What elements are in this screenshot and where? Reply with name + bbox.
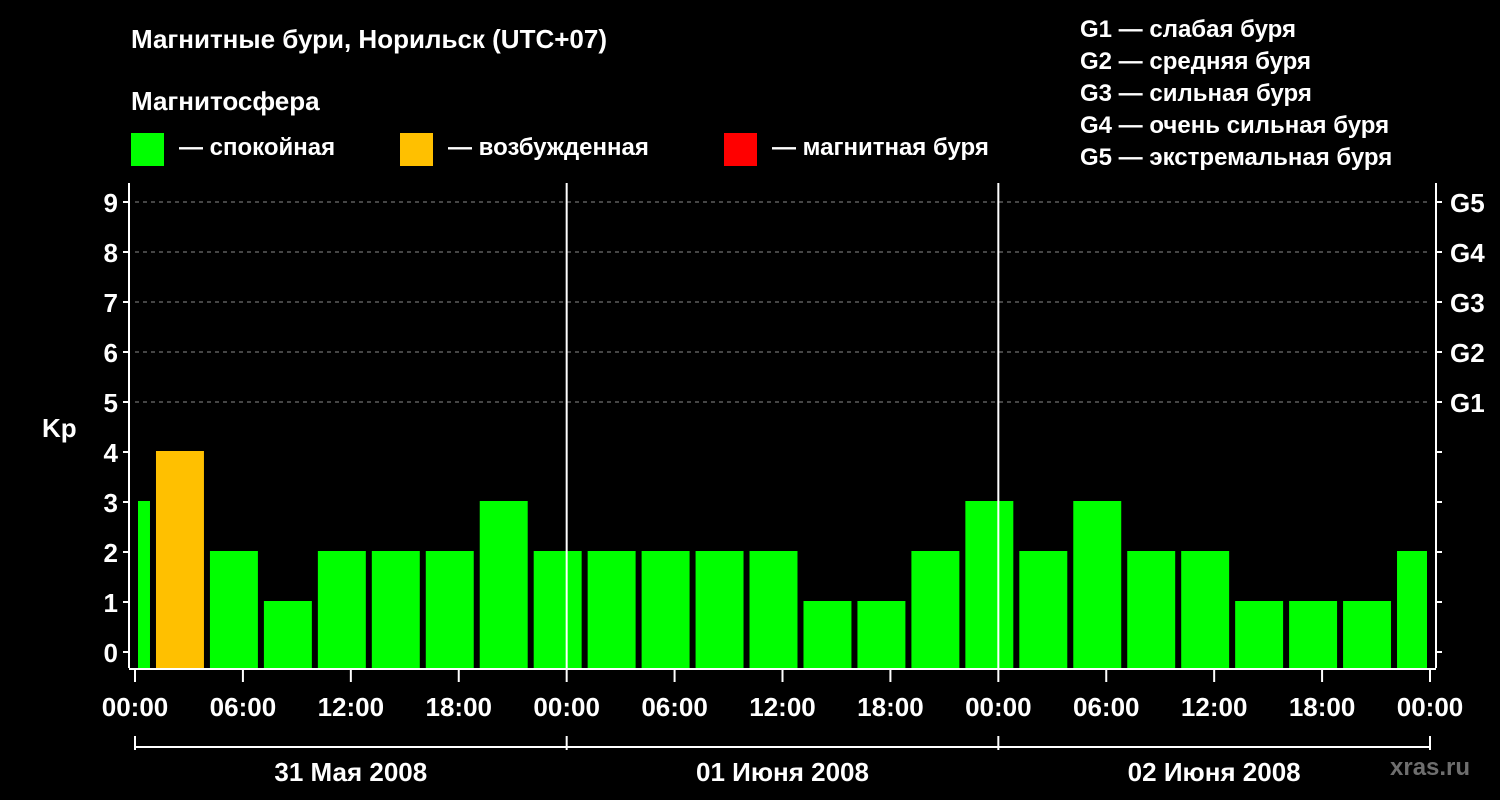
day-label: 31 Мая 2008 [274, 757, 427, 787]
kp-bar [533, 551, 582, 668]
kp-bar [1343, 601, 1392, 668]
kp-bar [695, 551, 744, 668]
x-tick-label: 18:00 [426, 692, 493, 722]
x-tick-label: 18:00 [857, 692, 924, 722]
kp-bar [317, 551, 366, 668]
y-tick-label: 3 [104, 488, 118, 518]
kp-bar [479, 501, 528, 668]
y-tick-label: 1 [104, 588, 118, 618]
kp-bar [1397, 551, 1427, 668]
y-tick-label: 6 [104, 338, 118, 368]
kp-bar [155, 451, 204, 668]
x-tick-label: 06:00 [210, 692, 277, 722]
y-tick-label: 9 [104, 188, 118, 218]
kp-bar [1235, 601, 1284, 668]
storm-level-label: G3 [1450, 288, 1485, 318]
x-tick-label: 00:00 [965, 692, 1032, 722]
x-tick-label: 12:00 [1181, 692, 1248, 722]
x-tick-label: 00:00 [102, 692, 169, 722]
kp-bar [1127, 551, 1176, 668]
x-tick-label: 06:00 [641, 692, 708, 722]
kp-bar [209, 551, 258, 668]
kp-bar [371, 551, 420, 668]
x-tick-label: 18:00 [1289, 692, 1356, 722]
kp-bar [911, 551, 960, 668]
x-tick-label: 06:00 [1073, 692, 1140, 722]
x-tick-label: 00:00 [533, 692, 600, 722]
kp-bar-chart: 0 1 2 3 4 5 6 7 8 9 G1 G2 G3 G4 G5 Kp 00:00 06:00 12:00 18:… [42, 183, 1485, 787]
kp-bar [857, 601, 906, 668]
kp-bar [587, 551, 636, 668]
y-tick-label: 7 [104, 288, 118, 318]
kp-bar [263, 601, 312, 668]
source-credit: xras.ru [1390, 754, 1471, 781]
kp-bar [641, 551, 690, 668]
y-tick-label: 4 [104, 438, 119, 468]
storm-level-label: G2 [1450, 338, 1485, 368]
y-axis-label: Kp [42, 413, 77, 443]
kp-bar [425, 551, 474, 668]
kp-bar [1289, 601, 1338, 668]
kp-bar [1181, 551, 1230, 668]
y-tick-label: 8 [104, 238, 118, 268]
kp-bar [1019, 551, 1068, 668]
x-tick-label: 12:00 [749, 692, 816, 722]
day-label: 01 Июня 2008 [696, 757, 869, 787]
storm-level-label: G1 [1450, 388, 1485, 418]
y-tick-label: 2 [104, 538, 118, 568]
kp-bar [965, 501, 1014, 668]
y-tick-label: 0 [104, 638, 118, 668]
storm-level-label: G5 [1450, 188, 1485, 218]
kp-bar [138, 501, 150, 668]
kp-bar [1073, 501, 1122, 668]
kp-bar [803, 601, 852, 668]
y-tick-label: 5 [104, 388, 118, 418]
x-tick-label: 00:00 [1397, 692, 1464, 722]
kp-bar [749, 551, 798, 668]
storm-level-label: G4 [1450, 238, 1485, 268]
x-tick-label: 12:00 [318, 692, 385, 722]
day-label: 02 Июня 2008 [1128, 757, 1301, 787]
